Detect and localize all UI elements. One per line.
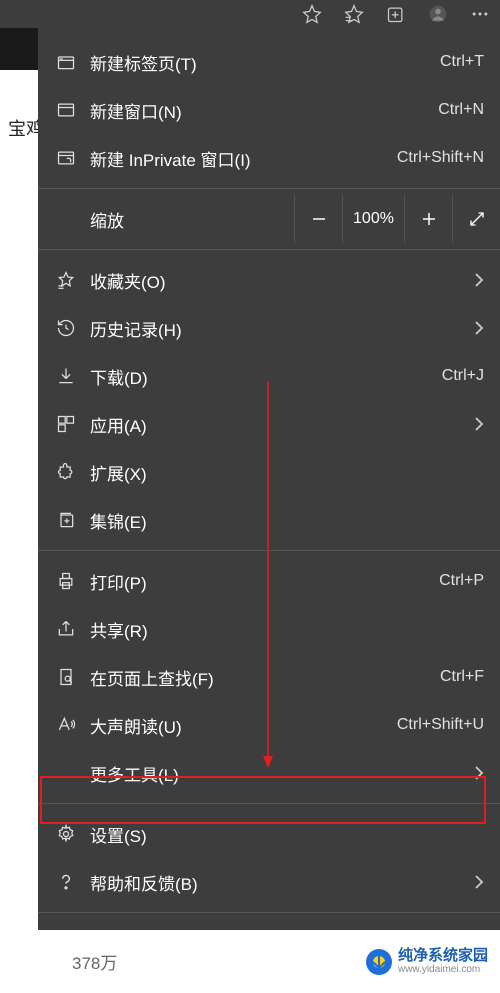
menu-shortcut: Ctrl+J xyxy=(442,367,484,385)
menu-new-tab[interactable]: 新建标签页(T) Ctrl+T xyxy=(38,38,500,86)
menu-label: 应用(A) xyxy=(90,412,466,437)
menu-label: 下载(D) xyxy=(90,364,442,389)
menu-downloads[interactable]: 下载(D) Ctrl+J xyxy=(38,352,500,400)
browser-top-bar xyxy=(0,0,500,28)
menu-help[interactable]: 帮助和反馈(B) xyxy=(38,858,500,906)
menu-print[interactable]: 打印(P) Ctrl+P xyxy=(38,557,500,605)
print-icon xyxy=(56,571,90,591)
find-icon xyxy=(56,667,90,687)
share-icon xyxy=(56,619,90,639)
collections-icon xyxy=(56,510,90,530)
chevron-right-icon xyxy=(474,273,484,287)
menu-label: 大声朗读(U) xyxy=(90,713,397,738)
history-icon xyxy=(56,318,90,338)
menu-shortcut: Ctrl+Shift+N xyxy=(397,149,484,167)
menu-label: 新建 InPrivate 窗口(I) xyxy=(90,146,397,171)
menu-shortcut: Ctrl+N xyxy=(438,101,484,119)
menu-find[interactable]: 在页面上查找(F) Ctrl+F xyxy=(38,653,500,701)
menu-label: 更多工具(L) xyxy=(90,761,466,786)
menu-shortcut: Ctrl+P xyxy=(439,572,484,590)
chevron-right-icon xyxy=(474,417,484,431)
menu-shortcut: Ctrl+T xyxy=(440,53,484,71)
more-icon[interactable] xyxy=(470,4,490,24)
menu-divider xyxy=(38,249,500,250)
help-icon xyxy=(56,872,90,892)
menu-label: 扩展(X) xyxy=(90,460,484,485)
menu-apps[interactable]: 应用(A) xyxy=(38,400,500,448)
menu-new-window[interactable]: 新建窗口(N) Ctrl+N xyxy=(38,86,500,134)
menu-label: 设置(S) xyxy=(90,822,484,847)
menu-label: 打印(P) xyxy=(90,569,439,594)
browser-menu: 新建标签页(T) Ctrl+T 新建窗口(N) Ctrl+N 新建 InPriv… xyxy=(38,28,500,977)
menu-divider xyxy=(38,803,500,804)
menu-label: 收藏夹(O) xyxy=(90,268,466,293)
inprivate-icon xyxy=(56,148,90,168)
menu-label: 集锦(E) xyxy=(90,508,484,533)
menu-label: 历史记录(H) xyxy=(90,316,466,341)
watermark-title: 纯净系统家园 xyxy=(398,948,488,965)
download-icon xyxy=(56,366,90,386)
zoom-out-button[interactable] xyxy=(294,195,342,243)
page-background xyxy=(0,70,40,930)
menu-divider xyxy=(38,912,500,913)
menu-new-inprivate[interactable]: 新建 InPrivate 窗口(I) Ctrl+Shift+N xyxy=(38,134,500,182)
watermark-url: www.yidaimei.com xyxy=(398,964,488,975)
settings-icon xyxy=(56,824,90,844)
menu-divider xyxy=(38,550,500,551)
new-tab-icon xyxy=(56,52,90,72)
add-tab-icon[interactable] xyxy=(386,4,406,24)
page-bottom: 378万 纯净系统家园 www.yidaimei.com xyxy=(0,930,500,993)
menu-label: 在页面上查找(F) xyxy=(90,665,440,690)
read-aloud-icon xyxy=(56,715,90,735)
menu-shortcut: Ctrl+Shift+U xyxy=(397,716,484,734)
star-outline-icon[interactable] xyxy=(302,4,322,24)
menu-zoom: 缩放 100% xyxy=(38,195,500,243)
chevron-right-icon xyxy=(474,875,484,889)
menu-read-aloud[interactable]: 大声朗读(U) Ctrl+Shift+U xyxy=(38,701,500,749)
menu-history[interactable]: 历史记录(H) xyxy=(38,304,500,352)
watermark: 纯净系统家园 www.yidaimei.com xyxy=(366,948,488,976)
page-count-text: 378万 xyxy=(72,949,117,974)
watermark-logo-icon xyxy=(366,949,392,975)
menu-divider xyxy=(38,188,500,189)
menu-label: 帮助和反馈(B) xyxy=(90,870,466,895)
favorites-list-icon[interactable] xyxy=(344,4,364,24)
zoom-label: 缩放 xyxy=(90,207,294,232)
zoom-in-button[interactable] xyxy=(404,195,452,243)
extensions-icon xyxy=(56,462,90,482)
menu-shortcut: Ctrl+F xyxy=(440,668,484,686)
menu-collections[interactable]: 集锦(E) xyxy=(38,496,500,544)
menu-label: 新建标签页(T) xyxy=(90,50,440,75)
fullscreen-button[interactable] xyxy=(452,195,500,243)
menu-more-tools[interactable]: 更多工具(L) xyxy=(38,749,500,797)
new-window-icon xyxy=(56,100,90,120)
apps-icon xyxy=(56,414,90,434)
chevron-right-icon xyxy=(474,321,484,335)
menu-label: 共享(R) xyxy=(90,617,484,642)
profile-icon[interactable] xyxy=(428,4,448,24)
favorites-icon xyxy=(56,270,90,290)
menu-extensions[interactable]: 扩展(X) xyxy=(38,448,500,496)
menu-share[interactable]: 共享(R) xyxy=(38,605,500,653)
zoom-value: 100% xyxy=(342,195,404,243)
menu-favorites[interactable]: 收藏夹(O) xyxy=(38,256,500,304)
menu-label: 新建窗口(N) xyxy=(90,98,438,123)
chevron-right-icon xyxy=(474,766,484,780)
menu-settings[interactable]: 设置(S) xyxy=(38,810,500,858)
